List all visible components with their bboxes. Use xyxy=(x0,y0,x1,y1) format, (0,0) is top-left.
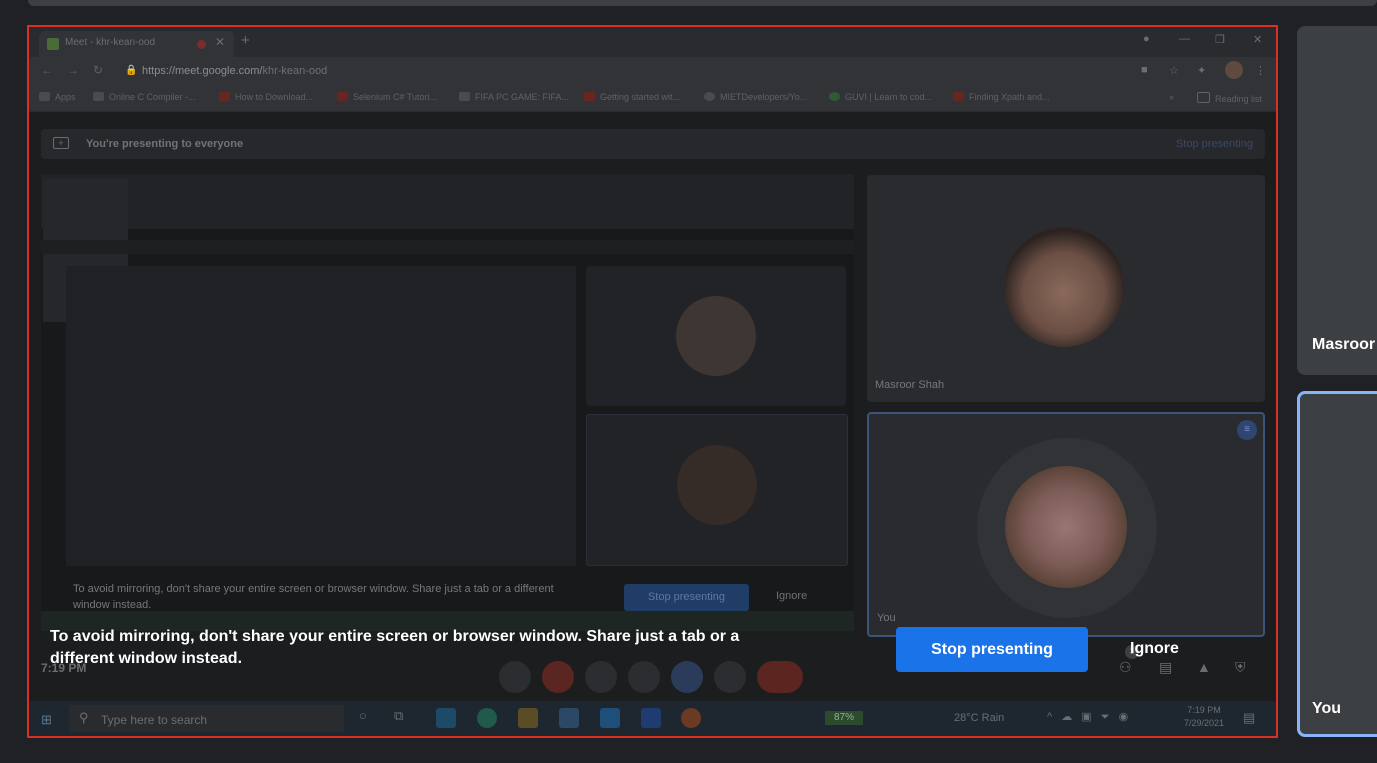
bookmark-how-to-download[interactable]: How to Download... xyxy=(219,92,313,102)
bookmark-guvi[interactable]: GUVI | Learn to cod... xyxy=(829,92,932,102)
browser-tab-strip: Meet - khr-kean-ood ✕ + ● — ❐ ✕ xyxy=(29,27,1276,57)
maximize-button[interactable]: ❐ xyxy=(1215,33,1225,46)
participant-tile-masroor[interactable]: Masroor Shah xyxy=(867,175,1265,402)
url-field[interactable]: https://meet.google.com/khr-kean-ood xyxy=(142,65,327,77)
taskbar-app-1-icon[interactable] xyxy=(436,708,456,728)
task-view-icon[interactable]: ⧉ xyxy=(394,708,414,728)
battery-indicator: 87% xyxy=(825,711,863,725)
uipath-icon[interactable] xyxy=(600,708,620,728)
chrome-profile-icon[interactable]: ● xyxy=(1143,33,1150,45)
side-tile-you[interactable]: You xyxy=(1297,391,1377,737)
banner-stop-presenting-link[interactable]: Stop presenting xyxy=(1176,138,1253,150)
mirror-content xyxy=(66,266,576,566)
taskbar-clock[interactable]: 7:19 PM 7/29/2021 xyxy=(1184,704,1224,730)
ignore-button[interactable]: Ignore xyxy=(1130,640,1179,658)
minimize-button[interactable]: — xyxy=(1179,33,1190,45)
windows-taskbar: ⊞ ⚲ Type here to search ○ ⧉ 87% 28°C Rai… xyxy=(29,701,1276,736)
bookmarks-bar: Apps Online C Compiler -... How to Downl… xyxy=(29,85,1276,112)
taskbar-app-l-icon[interactable] xyxy=(641,708,661,728)
address-bar-row: ← → ↻ 🔒 https://meet.google.com/khr-kean… xyxy=(29,57,1276,85)
reload-icon[interactable]: ↻ xyxy=(93,63,103,77)
bookmark-github[interactable]: MIETDevelopers/Yo... xyxy=(704,92,807,102)
new-tab-button[interactable]: + xyxy=(241,32,250,49)
mirror-face xyxy=(676,296,756,376)
file-explorer-icon[interactable] xyxy=(518,708,538,728)
taskbar-search-box[interactable]: ⚲ Type here to search xyxy=(69,705,344,732)
people-icon[interactable]: ⚇ xyxy=(1119,659,1132,676)
camera-extension-icon[interactable]: ■ xyxy=(1141,64,1148,76)
mirror-banner xyxy=(41,240,854,254)
taskbar-search-placeholder: Type here to search xyxy=(101,713,208,727)
browser-menu-icon[interactable]: ⋮ xyxy=(1255,64,1266,77)
bookmark-getting-started[interactable]: Getting started wit... xyxy=(584,92,680,102)
side-tile-name: You xyxy=(1312,700,1342,717)
forward-arrow-icon[interactable]: → xyxy=(67,63,79,77)
search-icon: ⚲ xyxy=(79,710,89,725)
bookmark-finding-xpath[interactable]: Finding Xpath and... xyxy=(953,92,1050,102)
mirror-tile-bottom xyxy=(586,414,848,566)
tab-close-icon[interactable]: ✕ xyxy=(215,35,225,49)
mirror-stop-button: Stop presenting xyxy=(624,584,749,611)
participant-name: Masroor Shah xyxy=(875,379,945,391)
mirror-warning-text: To avoid mirroring, don't share your ent… xyxy=(73,583,554,611)
presenting-banner: + You're presenting to everyone Stop pre… xyxy=(41,129,1265,159)
edge-icon[interactable] xyxy=(477,708,497,728)
bookmark-online-c[interactable]: Online C Compiler -... xyxy=(93,92,196,102)
bookmark-star-icon[interactable]: ☆ xyxy=(1169,64,1179,77)
mirror-browser-chrome xyxy=(41,174,854,229)
bookmarks-overflow[interactable]: » xyxy=(1169,92,1174,102)
participant-tile-you[interactable]: ≡ You xyxy=(867,412,1265,637)
meet-favicon-icon xyxy=(47,38,59,50)
chrome-icon[interactable] xyxy=(681,708,701,728)
mirrored-screen-preview: To avoid mirroring, don't share your ent… xyxy=(41,174,854,631)
mirror-ignore-button: Ignore xyxy=(776,590,808,602)
bookmark-selenium[interactable]: Selenium C# Tutori... xyxy=(337,92,437,102)
recording-dot-icon xyxy=(197,40,206,49)
activities-icon[interactable]: ▲ xyxy=(1197,659,1211,675)
presenting-text: You're presenting to everyone xyxy=(86,138,244,150)
close-window-button[interactable]: ✕ xyxy=(1253,33,1262,46)
lock-icon: 🔒 xyxy=(125,65,138,76)
notifications-icon[interactable]: ▤ xyxy=(1243,710,1255,726)
participant-avatar xyxy=(1005,466,1127,588)
windows-start-icon[interactable]: ⊞ xyxy=(41,712,52,728)
reading-list-button[interactable]: Reading list xyxy=(1197,92,1262,104)
stop-presenting-button[interactable]: Stop presenting xyxy=(896,627,1088,672)
browser-tab-meet[interactable]: Meet - khr-kean-ood ✕ xyxy=(39,31,234,57)
url-host: https://meet.google.com/ xyxy=(142,65,263,77)
bookmark-fifa[interactable]: FIFA PC GAME: FIFA... xyxy=(459,92,569,102)
cortana-icon[interactable]: ○ xyxy=(359,708,379,728)
top-toolbar-edge xyxy=(28,0,1377,6)
profile-avatar[interactable] xyxy=(1225,61,1243,79)
system-tray-icons[interactable]: ^ ☁ ▣ ⏷ ◉ xyxy=(1047,710,1131,724)
speaking-indicator-icon: ≡ xyxy=(1237,420,1257,440)
mirror-tile-top xyxy=(586,266,846,406)
back-arrow-icon[interactable]: ← xyxy=(41,63,53,77)
mirroring-warning-text: To avoid mirroring, don't share your ent… xyxy=(50,628,740,667)
meet-content-area: + You're presenting to everyone Stop pre… xyxy=(29,112,1276,701)
extensions-puzzle-icon[interactable]: ✦ xyxy=(1197,64,1206,77)
chat-icon[interactable]: ▤ xyxy=(1159,659,1172,676)
side-tile-masroor[interactable]: Masroor Shah xyxy=(1297,26,1377,375)
mirror-face xyxy=(677,445,757,525)
mail-icon[interactable] xyxy=(559,708,579,728)
present-screen-icon: + xyxy=(53,137,69,149)
side-tile-name: Masroor Shah xyxy=(1312,336,1377,353)
bookmark-apps[interactable]: Apps xyxy=(39,92,76,102)
weather-widget[interactable]: 28°C Rain xyxy=(954,712,1004,724)
host-controls-icon[interactable]: ⛨ xyxy=(1235,659,1246,676)
participant-name: You xyxy=(877,612,896,624)
url-path: khr-kean-ood xyxy=(262,65,328,77)
participant-avatar xyxy=(1004,227,1124,347)
tab-title: Meet - khr-kean-ood xyxy=(65,37,156,48)
